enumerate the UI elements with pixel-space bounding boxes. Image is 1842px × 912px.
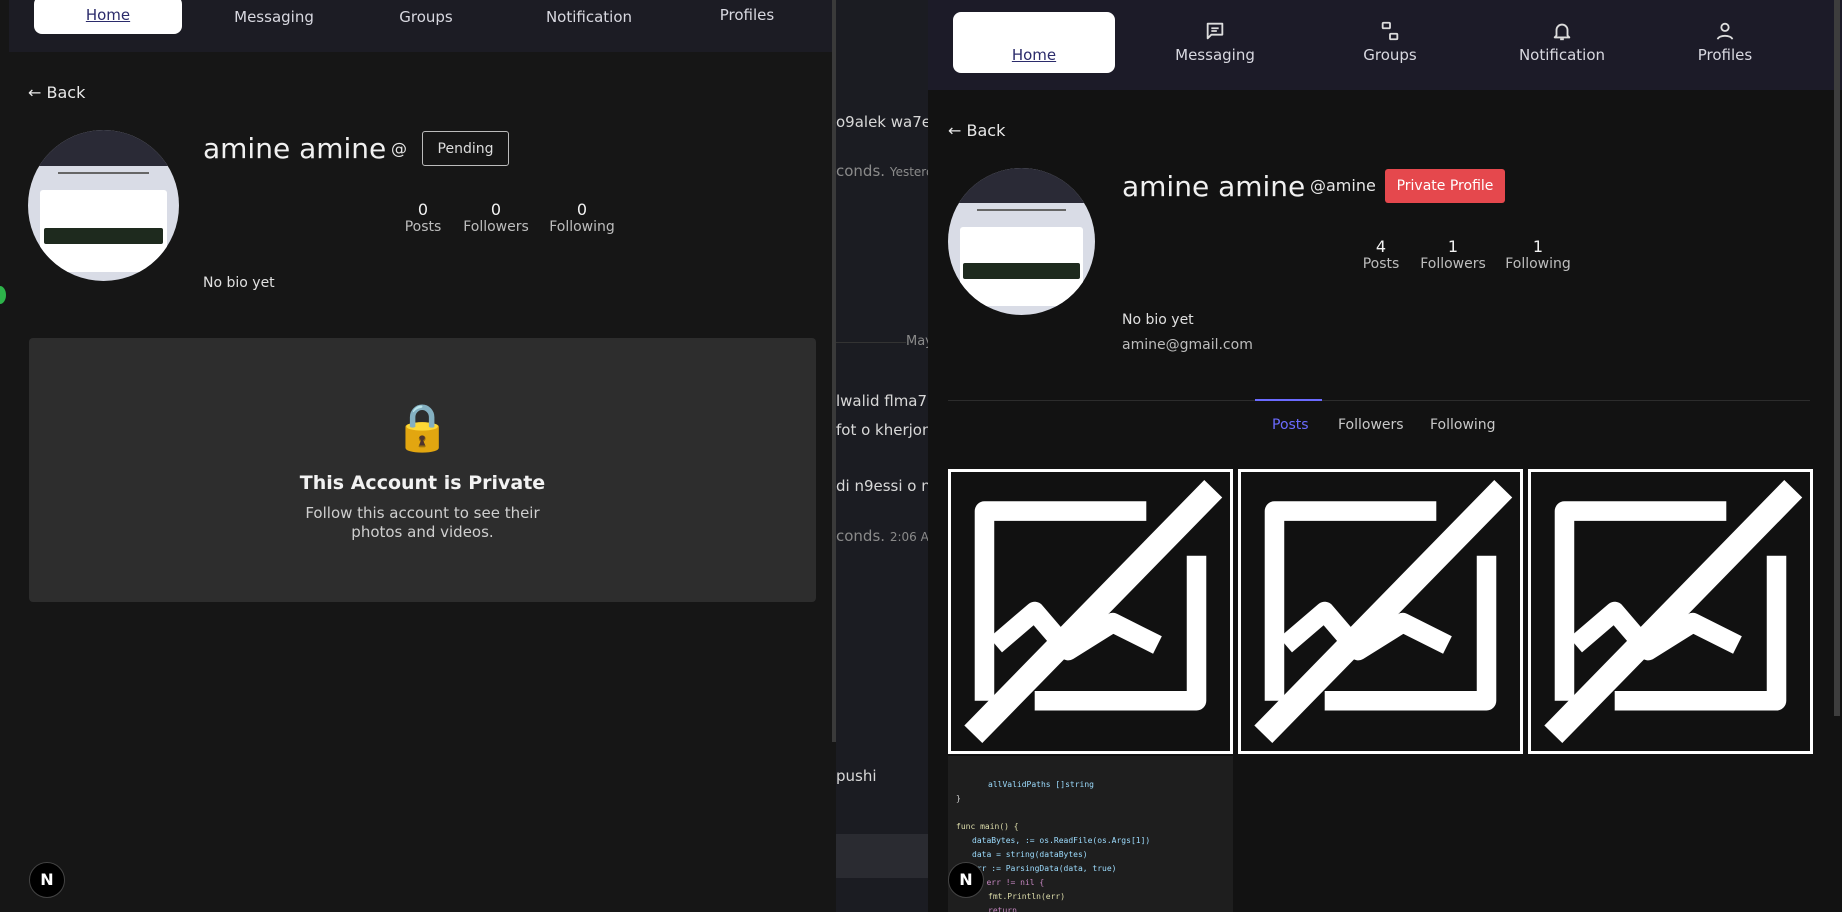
posts-count: 4 — [1375, 237, 1387, 256]
nav-messaging-button[interactable]: Messaging — [1160, 20, 1270, 64]
profile-avatar — [948, 168, 1095, 315]
chat-time-2: conds. 2:06 AI — [836, 527, 933, 545]
posts-count: 0 — [417, 200, 429, 219]
left-top-navbar: Home Messaging Groups Notification Profi… — [9, 0, 835, 52]
right-top-navbar: Home Messaging Groups Notification Profi… — [928, 0, 1842, 90]
date-divider — [836, 342, 906, 343]
nav-home-label: Home — [1011, 46, 1057, 64]
nav-home-button[interactable]: Home — [953, 12, 1115, 73]
followers-count: 1 — [1447, 237, 1459, 256]
profile-handle: @ — [391, 139, 407, 158]
chat-input-bar[interactable] — [836, 834, 928, 878]
nav-notification-button[interactable]: Notification — [1502, 20, 1622, 64]
post-thumbnail-code[interactable]: allValidPaths []string } func main() { d… — [948, 756, 1233, 912]
nav-notification-label: Notification — [1518, 46, 1606, 64]
green-indicator-icon — [0, 286, 6, 304]
profile-avatar — [28, 130, 179, 281]
n-badge-icon[interactable]: N — [948, 862, 984, 898]
posts-stat: 0 Posts — [400, 200, 446, 235]
active-tab-indicator — [1255, 399, 1322, 401]
chat-message-1: o9alek wa7ed — [836, 113, 941, 131]
nav-home-button[interactable]: Home — [34, 0, 182, 34]
broken-image-icon — [964, 479, 1223, 744]
chat-message-5: pushi — [836, 767, 877, 785]
user-icon — [1716, 22, 1734, 40]
nav-messaging-label: Messaging — [1175, 46, 1255, 64]
pending-button[interactable]: Pending — [422, 131, 509, 166]
profile-name: amine amine — [1122, 170, 1306, 203]
following-count: 0 — [576, 200, 588, 219]
following-stat[interactable]: 1 Following — [1502, 237, 1574, 272]
private-profile-button[interactable]: Private Profile — [1385, 169, 1505, 203]
code-line: allValidPaths []string — [988, 780, 1094, 789]
code-line: err := ParsingData(data, true) — [972, 864, 1117, 873]
followers-stat[interactable]: 0 Followers — [461, 200, 531, 235]
nav-messaging-button[interactable]: Messaging — [219, 8, 329, 26]
profile-handle: @amine — [1310, 176, 1376, 195]
nav-profiles-label: Profiles — [1697, 46, 1753, 64]
profile-bio: No bio yet — [1122, 312, 1194, 328]
nav-profiles-label: Profiles — [719, 6, 775, 24]
posts-label: Posts — [404, 219, 442, 235]
tab-followers[interactable]: Followers — [1338, 417, 1404, 433]
nav-messaging-label: Messaging — [234, 8, 314, 26]
profile-name: amine amine — [203, 132, 387, 165]
followers-count: 0 — [490, 200, 502, 219]
post-thumbnail[interactable] — [1528, 469, 1813, 754]
code-line: dataBytes, := os.ReadFile(os.Args[1]) — [972, 836, 1151, 845]
nav-groups-label: Groups — [1363, 46, 1417, 64]
following-label: Following — [1505, 256, 1571, 272]
n-badge-icon[interactable]: N — [29, 862, 65, 898]
following-count: 1 — [1532, 237, 1544, 256]
nav-groups-label: Groups — [399, 8, 453, 26]
left-browser-window: Home Messaging Groups Notification Profi… — [0, 0, 836, 912]
lock-icon: 🔒 — [393, 400, 452, 454]
code-line: data = string(dataBytes) — [972, 850, 1088, 859]
followers-stat[interactable]: 1 Followers — [1417, 237, 1489, 272]
posts-label: Posts — [1362, 256, 1400, 272]
private-account-card: 🔒 This Account is Private Follow this ac… — [29, 338, 816, 602]
tab-following[interactable]: Following — [1430, 417, 1496, 433]
following-label: Following — [549, 219, 615, 235]
nav-notification-button[interactable]: Notification — [529, 8, 649, 26]
tabs-divider — [948, 400, 1810, 401]
right-scrollbar[interactable] — [1834, 0, 1840, 716]
broken-image-icon — [1544, 479, 1803, 744]
broken-image-icon — [1254, 479, 1513, 744]
groups-icon — [1381, 21, 1399, 41]
code-line: return — [988, 906, 1017, 912]
message-icon — [1206, 22, 1224, 40]
code-line: } — [956, 794, 961, 803]
bell-icon — [1553, 23, 1571, 41]
private-message: Follow this account to see their photos … — [305, 504, 540, 541]
tab-posts[interactable]: Posts — [1272, 417, 1309, 433]
followers-label: Followers — [1420, 256, 1486, 272]
private-title: This Account is Private — [299, 472, 546, 494]
post-thumbnail[interactable] — [1238, 469, 1523, 754]
nav-groups-button[interactable]: Groups — [376, 8, 476, 26]
posts-stat: 4 Posts — [1358, 237, 1404, 272]
nav-home-label: Home — [85, 6, 131, 24]
code-line: fmt.Println(err) — [988, 892, 1066, 901]
chat-time-1: conds. Yesterd — [836, 162, 934, 180]
nav-notification-label: Notification — [545, 8, 633, 26]
followers-label: Followers — [463, 219, 529, 235]
nav-profiles-button[interactable]: Profiles — [697, 6, 797, 24]
nav-profiles-button[interactable]: Profiles — [1675, 20, 1775, 64]
chat-message-4: di n9essi o n — [836, 477, 931, 495]
post-thumbnail[interactable] — [948, 469, 1233, 754]
code-line: func main() { — [956, 822, 1019, 831]
right-browser-window: Home Messaging Groups Notification Profi… — [928, 0, 1842, 912]
chat-message-3: fot o kherjon — [836, 421, 932, 439]
following-stat[interactable]: 0 Following — [549, 200, 615, 235]
back-link[interactable]: ← Back — [948, 121, 1005, 140]
nav-groups-button[interactable]: Groups — [1340, 20, 1440, 64]
profile-email: amine@gmail.com — [1122, 337, 1253, 353]
profile-bio: No bio yet — [203, 275, 275, 291]
chat-message-2: lwalid flma7 — [836, 392, 928, 410]
back-link[interactable]: ← Back — [28, 83, 85, 102]
middle-chat-window: o9alek wa7ed conds. Yesterd May lwalid f… — [836, 0, 941, 912]
